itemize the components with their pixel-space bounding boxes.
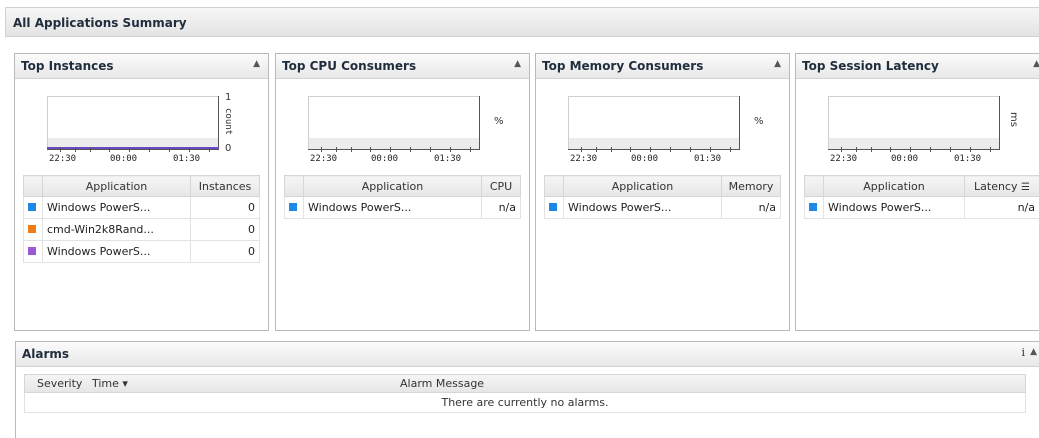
app-name: Windows PowerS... (303, 196, 482, 219)
info-icon[interactable]: i (1021, 346, 1025, 359)
tick-label: 00:00 (631, 154, 659, 164)
table-header-row: Application Memory (544, 175, 781, 197)
column-header-memory[interactable]: Memory (721, 175, 781, 197)
table-row[interactable]: Windows PowerS... n/a (804, 196, 1039, 219)
memory-table: Application Memory Windows PowerS... n/a (544, 175, 781, 219)
collapse-icon[interactable]: ▲ (514, 59, 521, 69)
collapse-icon[interactable]: ▲ (1030, 347, 1037, 357)
tick-label: 00:00 (110, 154, 138, 164)
column-menu-icon[interactable]: ☰ (1021, 182, 1030, 193)
page-title: All Applications Summary (13, 16, 187, 30)
y-axis-unit: count (223, 108, 233, 136)
column-header-instances[interactable]: Instances (190, 175, 260, 197)
table-header-row: Application Instances (23, 175, 260, 197)
column-header-application[interactable]: Application (303, 175, 482, 197)
table-row[interactable]: Windows PowerS... 0 (23, 196, 260, 219)
panel-title: Top Memory Consumers (542, 59, 704, 73)
instances-table: Application Instances Windows PowerS... … (23, 175, 260, 263)
tick-label: 01:30 (434, 154, 462, 164)
collapse-icon[interactable]: ▲ (253, 59, 260, 69)
table-header-row: Application Latency ☰ (804, 175, 1039, 197)
tick-label: 01:30 (173, 154, 201, 164)
alarms-empty-message: There are currently no alarms. (24, 393, 1026, 413)
instances-value: 0 (190, 196, 260, 219)
series-line (47, 147, 219, 149)
panel-top-instances: Top Instances ▲ 22:30 00:00 01:30 1 0 co… (14, 53, 269, 331)
series-swatch (809, 203, 817, 211)
memory-value: n/a (721, 196, 781, 219)
alarms-panel: Alarms i ▲ Severity Time ▾ Alarm Message… (15, 341, 1039, 438)
y-axis-unit: % (494, 116, 504, 127)
app-name: Windows PowerS... (42, 196, 191, 219)
panel-header: Top CPU Consumers ▲ (276, 54, 529, 79)
app-name: Windows PowerS... (563, 196, 722, 219)
table-row[interactable]: Windows PowerS... 0 (23, 240, 260, 263)
table-row[interactable]: Windows PowerS... n/a (544, 196, 781, 219)
series-swatch (28, 225, 36, 233)
instances-value: 0 (190, 240, 260, 263)
column-header-cpu[interactable]: CPU (481, 175, 521, 197)
instances-value: 0 (190, 218, 260, 241)
tick-label: 01:30 (954, 154, 982, 164)
y-min-label: 0 (225, 143, 232, 154)
summary-header: All Applications Summary (5, 7, 1039, 37)
panel-top-memory: Top Memory Consumers ▲ 22:30 00:00 01:30… (535, 53, 790, 331)
memory-chart (568, 96, 740, 150)
panel-header: Top Session Latency ▲ (796, 54, 1039, 79)
column-header-alarm-message[interactable]: Alarm Message (400, 377, 484, 390)
cpu-table: Application CPU Windows PowerS... n/a (284, 175, 521, 219)
panel-title: Alarms (22, 347, 70, 361)
column-header-latency[interactable]: Latency ☰ (964, 175, 1039, 197)
column-header-application[interactable]: Application (563, 175, 722, 197)
series-swatch (549, 203, 557, 211)
panel-title: Top Session Latency (802, 59, 939, 73)
series-swatch (28, 247, 36, 255)
table-row[interactable]: cmd-Win2k8Rand... 0 (23, 218, 260, 241)
y-max-label: 1 (225, 92, 232, 103)
panel-top-session-latency: Top Session Latency ▲ 22:30 00:00 01:30 … (795, 53, 1039, 331)
panel-header: Top Memory Consumers ▲ (536, 54, 789, 79)
tick-label: 00:00 (371, 154, 399, 164)
latency-chart (828, 96, 1000, 150)
column-header-severity[interactable]: Severity (37, 377, 82, 390)
column-header-time[interactable]: Time ▾ (92, 377, 128, 390)
tick-label: 22:30 (49, 154, 77, 164)
collapse-icon[interactable]: ▲ (774, 59, 781, 69)
latency-value: n/a (964, 196, 1039, 219)
series-swatch (28, 203, 36, 211)
cpu-value: n/a (481, 196, 521, 219)
panel-title: Top Instances (21, 59, 114, 73)
cpu-chart (308, 96, 480, 150)
panel-top-cpu: Top CPU Consumers ▲ 22:30 00:00 01:30 % … (275, 53, 530, 331)
y-axis-unit: % (754, 116, 764, 127)
tick-label: 22:30 (830, 154, 858, 164)
app-name: Windows PowerS... (42, 240, 191, 263)
tick-label: 01:30 (694, 154, 722, 164)
panel-header: Alarms i ▲ (16, 342, 1039, 367)
instances-chart (47, 96, 219, 150)
column-header-application[interactable]: Application (823, 175, 965, 197)
y-axis-unit: ms (1008, 112, 1019, 127)
tick-label: 00:00 (891, 154, 919, 164)
table-row[interactable]: Windows PowerS... n/a (284, 196, 521, 219)
table-header-row: Application CPU (284, 175, 521, 197)
tick-label: 22:30 (570, 154, 598, 164)
tick-label: 22:30 (310, 154, 338, 164)
panel-title: Top CPU Consumers (282, 59, 417, 73)
column-header-application[interactable]: Application (42, 175, 191, 197)
latency-table: Application Latency ☰ Windows PowerS... … (804, 175, 1039, 219)
app-name: Windows PowerS... (823, 196, 965, 219)
panel-header: Top Instances ▲ (15, 54, 268, 79)
collapse-icon[interactable]: ▲ (1033, 59, 1039, 69)
alarms-table-header: Severity Time ▾ Alarm Message (24, 374, 1026, 393)
app-name: cmd-Win2k8Rand... (42, 218, 191, 241)
series-swatch (289, 203, 297, 211)
